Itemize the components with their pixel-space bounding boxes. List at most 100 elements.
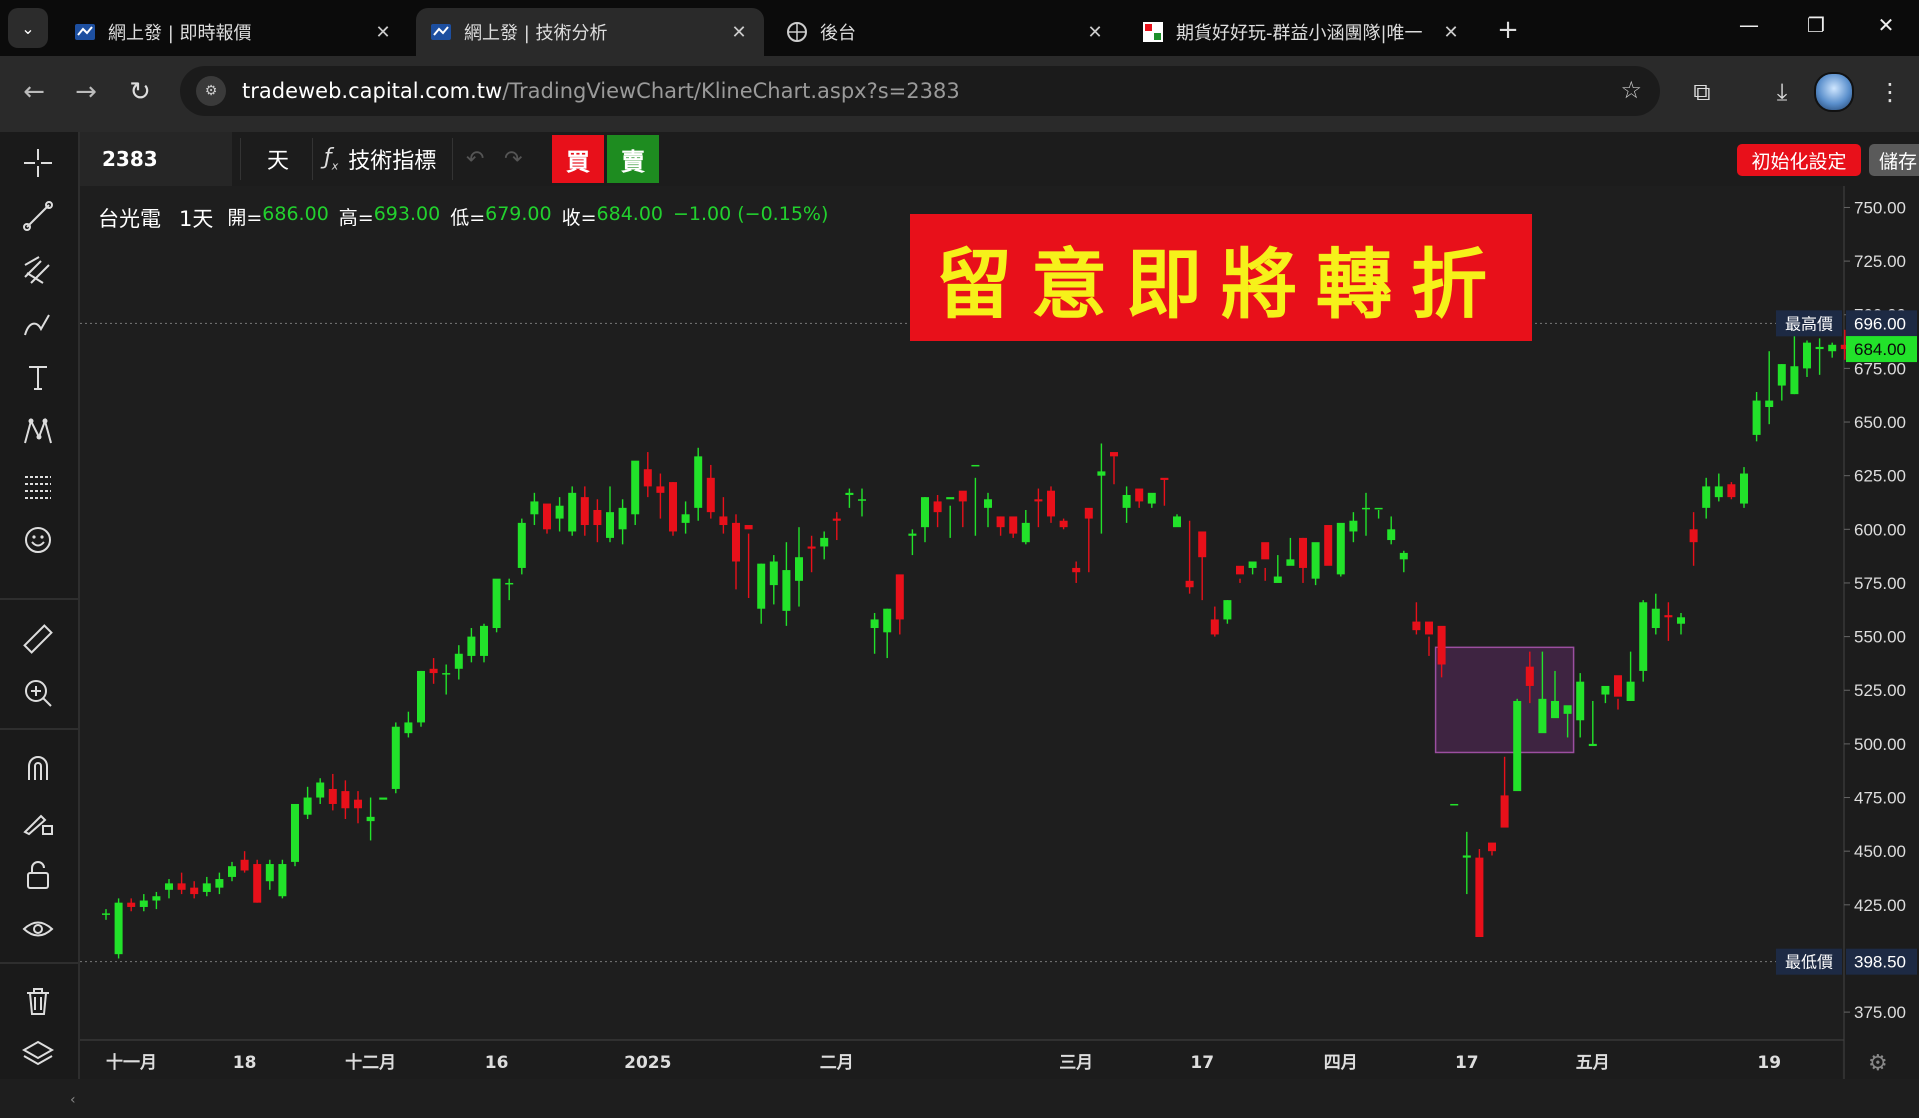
chevron-left-icon: ‹: [70, 1092, 76, 1108]
axis-settings-icon[interactable]: ⚙: [1868, 1051, 1888, 1076]
time-tick-label: 19: [1757, 1053, 1781, 1073]
back-button[interactable]: ←: [12, 70, 56, 114]
candle-body: [681, 514, 690, 523]
redo-icon: ↷: [504, 146, 523, 172]
time-tick-label: 16: [485, 1053, 509, 1073]
candle-body: [1639, 602, 1648, 671]
candle-body: [1248, 561, 1257, 568]
candle-body: [1374, 507, 1383, 510]
close-window-button[interactable]: ✕: [1858, 0, 1914, 50]
object-tree-tool[interactable]: [17, 1034, 59, 1076]
close-icon[interactable]: ✕: [1084, 22, 1106, 43]
browser-tab-active[interactable]: 網上發 | 技術分析 ✕: [416, 8, 764, 56]
candle-body: [1223, 600, 1232, 620]
reload-button[interactable]: ↻: [118, 70, 162, 114]
close-icon[interactable]: ✕: [1440, 22, 1462, 43]
indicators-button[interactable]: ƒx 技術指標: [324, 132, 436, 186]
browser-menu-button[interactable]: ⋮: [1868, 70, 1912, 114]
measure-tool[interactable]: [17, 618, 59, 660]
close-icon[interactable]: ✕: [728, 22, 750, 43]
hide-drawings-tool[interactable]: [17, 908, 59, 950]
candle-body: [114, 902, 123, 955]
candle-body: [404, 722, 413, 734]
trendline-tool[interactable]: [17, 195, 59, 237]
text-tool[interactable]: [17, 357, 59, 399]
candle-body: [366, 816, 375, 822]
url-bar[interactable]: ⚙ tradeweb.capital.com.tw/TradingViewCha…: [180, 66, 1660, 116]
price-tick-label: 625.00: [1854, 467, 1906, 486]
annotation-banner[interactable]: 留意即將轉折: [910, 214, 1532, 341]
browser-tab[interactable]: 後台 ✕: [772, 8, 1120, 56]
collapse-toolbar-button[interactable]: ‹: [70, 1092, 80, 1118]
trendline-icon: [23, 201, 53, 231]
candle-body: [1588, 743, 1597, 747]
time-tick-label: 2025: [624, 1053, 671, 1073]
candle-body: [1651, 608, 1660, 629]
candle-body: [1147, 492, 1156, 504]
sell-button[interactable]: 賣: [607, 135, 659, 183]
extensions-button[interactable]: ⧉: [1680, 70, 1724, 114]
minimize-button[interactable]: —: [1721, 0, 1777, 50]
candle-body: [190, 887, 199, 895]
unlock-icon: [27, 861, 49, 889]
magnet-tool[interactable]: [17, 746, 59, 788]
candle-body: [139, 900, 148, 907]
interval-button[interactable]: 天: [252, 132, 304, 186]
forward-button[interactable]: →: [64, 70, 108, 114]
legend-close-value: 684.00: [596, 203, 663, 225]
candle-body: [933, 501, 942, 513]
fib-tool[interactable]: [17, 249, 59, 291]
browser-tab[interactable]: 網上發 | 即時報價 ✕: [60, 8, 408, 56]
zoom-tool[interactable]: [17, 672, 59, 714]
redo-button[interactable]: ↷: [504, 132, 522, 186]
candle-body: [1727, 484, 1736, 498]
icon-tool[interactable]: [17, 519, 59, 561]
lowest-price-tag-value: 398.50: [1854, 953, 1906, 972]
bookmark-star-icon[interactable]: ☆: [1620, 76, 1642, 104]
candle-body: [795, 557, 803, 581]
candle-body: [984, 499, 992, 508]
candle-body: [858, 499, 866, 501]
crosshair-tool[interactable]: [17, 142, 59, 184]
brush-tool[interactable]: [17, 303, 59, 345]
candle-body: [580, 497, 589, 526]
candle-body: [1664, 615, 1673, 618]
time-tick-label: 十二月: [345, 1052, 396, 1073]
legend-open-label: 開=: [227, 207, 263, 229]
lock-all-tool[interactable]: [17, 854, 59, 896]
legend-low-value: 679.00: [485, 203, 552, 225]
downloads-button[interactable]: ⤓: [1760, 70, 1804, 114]
browser-tab[interactable]: 期貨好好玩-群益小涵團隊|唯一 ✕: [1128, 8, 1476, 56]
delete-drawings-tool[interactable]: [17, 980, 59, 1022]
new-tab-button[interactable]: +: [1490, 12, 1526, 48]
candle-body: [429, 668, 438, 674]
candle-body: [1210, 619, 1219, 635]
candle-body: [328, 788, 337, 804]
toolbar-divider: [0, 962, 78, 964]
candle-body: [1765, 400, 1774, 408]
ruler-icon: [23, 624, 53, 654]
candle-body: [517, 522, 526, 568]
candle-body: [1324, 525, 1333, 566]
profile-button[interactable]: [1812, 70, 1856, 114]
current-price-tag-value: 684.00: [1854, 340, 1906, 359]
smiley-icon: [25, 527, 51, 553]
candle-body: [1059, 520, 1068, 528]
candle-body: [606, 512, 614, 538]
undo-button[interactable]: ↶: [466, 132, 484, 186]
symbol-search[interactable]: 2383: [80, 132, 232, 186]
candle-body: [316, 782, 325, 798]
forecast-tool[interactable]: [17, 465, 59, 507]
tab-search-button[interactable]: ⌄: [8, 8, 48, 48]
lock-drawing-tool[interactable]: [17, 800, 59, 842]
restore-button[interactable]: ❐: [1788, 0, 1844, 50]
candle-body: [1047, 490, 1055, 517]
candle-body: [278, 864, 287, 897]
candle-body: [1437, 625, 1446, 665]
save-button[interactable]: 儲存: [1869, 144, 1919, 176]
reset-settings-button[interactable]: 初始化設定: [1737, 144, 1861, 176]
close-icon[interactable]: ✕: [372, 22, 394, 43]
buy-button[interactable]: 買: [552, 135, 604, 183]
pattern-tool[interactable]: [17, 411, 59, 453]
site-settings-icon[interactable]: ⚙: [196, 76, 226, 106]
